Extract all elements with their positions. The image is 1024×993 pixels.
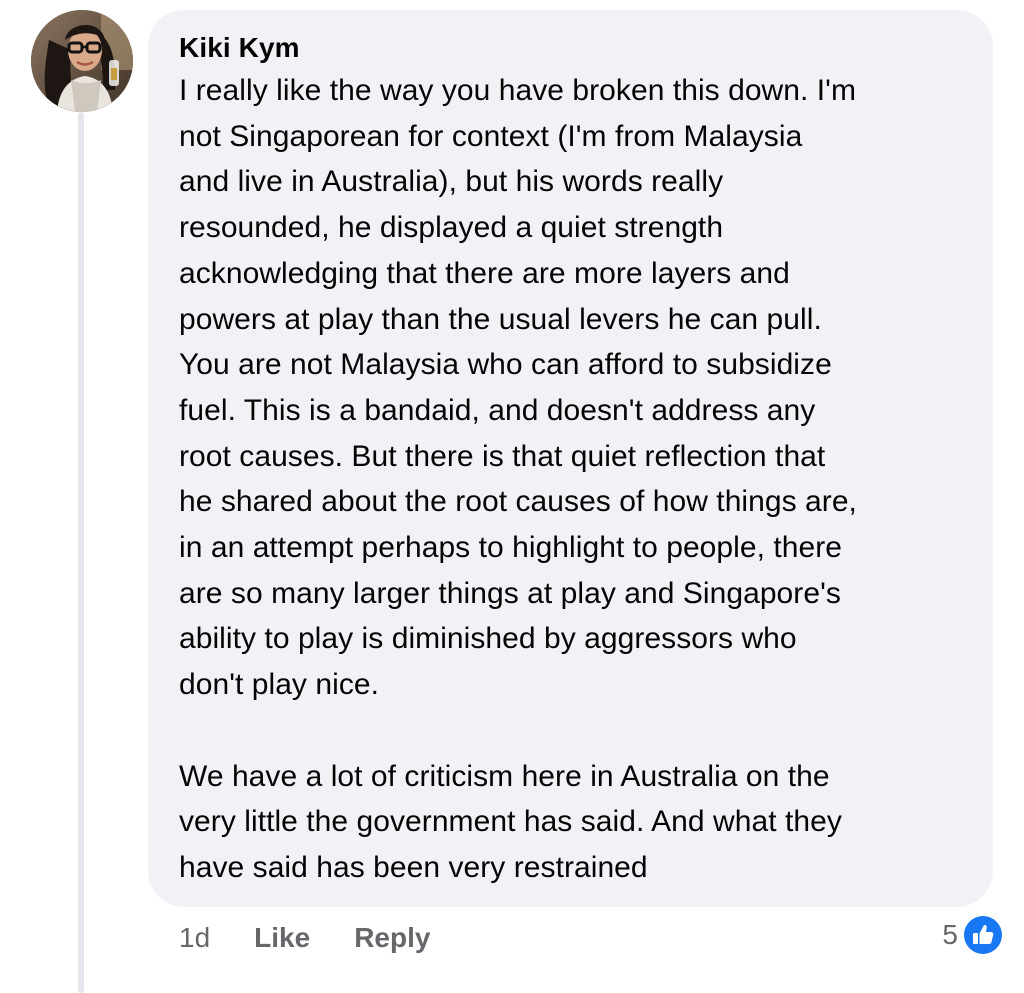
comment-actions: 1d Like Reply <box>179 918 474 958</box>
comment-thread: Kiki Kym I really like the way you have … <box>0 0 1024 993</box>
comment-paragraph-1: I really like the way you have broken th… <box>179 74 857 702</box>
reaction-count: 5 <box>942 919 958 950</box>
comment-timestamp[interactable]: 1d <box>179 922 210 954</box>
comment-body: I really like the way you have broken th… <box>179 68 963 891</box>
thread-line <box>78 112 84 993</box>
reply-button[interactable]: Reply <box>354 922 430 954</box>
avatar-photo <box>31 10 133 112</box>
thumbs-up-icon <box>962 914 1004 956</box>
like-button[interactable]: Like <box>254 922 310 954</box>
comment-bubble: Kiki Kym I really like the way you have … <box>148 10 993 907</box>
comment-paragraph-2: We have a lot of criticism here in Austr… <box>179 759 842 884</box>
comment-author[interactable]: Kiki Kym <box>179 30 963 66</box>
reaction-summary[interactable]: 5 <box>942 914 1004 956</box>
avatar[interactable] <box>31 10 133 112</box>
